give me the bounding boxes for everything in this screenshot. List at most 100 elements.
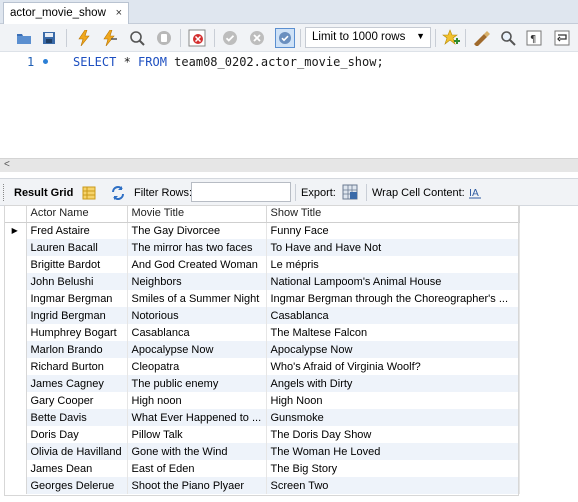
row-marker[interactable]	[4, 460, 27, 477]
table-row[interactable]: Lauren Bacall The mirror has two faces To …	[4, 239, 520, 256]
sql-editor[interactable]: 1 SELECT * FROM team08_0202.actor_movie_…	[0, 52, 578, 158]
tab-actor-movie-show[interactable]: actor_movie_show ×	[3, 2, 129, 24]
cell-actor-name[interactable]: Bette Davis	[26, 409, 128, 426]
cell-movie-title[interactable]: The public enemy	[127, 375, 267, 392]
table-row[interactable]: Gary Cooper High noon High Noon	[4, 392, 520, 409]
limit-rows-select[interactable]: Limit to 1000 rows ▼	[305, 27, 431, 48]
save-icon[interactable]	[39, 28, 59, 48]
commit-icon[interactable]	[220, 28, 240, 48]
current-row-marker-icon[interactable]: ▶	[4, 222, 27, 239]
table-row[interactable]: Doris Day Pillow Talk The Doris Day Show	[4, 426, 520, 443]
export-icon[interactable]	[340, 182, 360, 202]
cell-movie-title[interactable]: Casablanca	[127, 324, 267, 341]
cell-show-title[interactable]: The Maltese Falcon	[266, 324, 520, 341]
cell-actor-name[interactable]: Marlon Brando	[26, 341, 128, 358]
invisible-chars-icon[interactable]: ¶	[524, 28, 544, 48]
table-row[interactable]: James Dean East of Eden The Big Story	[4, 460, 520, 477]
row-marker[interactable]	[4, 409, 27, 426]
row-marker[interactable]	[4, 477, 27, 494]
cell-actor-name[interactable]: Humphrey Bogart	[26, 324, 128, 341]
table-row[interactable]: John Belushi Neighbors National Lampoom's …	[4, 273, 520, 290]
cell-movie-title[interactable]: Smiles of a Summer Night	[127, 290, 267, 307]
cell-show-title[interactable]: Screen Two	[266, 477, 520, 494]
row-marker[interactable]	[4, 290, 27, 307]
cell-actor-name[interactable]: Richard Burton	[26, 358, 128, 375]
close-tab-icon[interactable]: ×	[116, 7, 122, 19]
add-snippet-icon[interactable]	[441, 28, 461, 48]
row-marker[interactable]	[4, 324, 27, 341]
row-marker[interactable]	[4, 392, 27, 409]
sql-code-line[interactable]: SELECT * FROM team08_0202.actor_movie_sh…	[73, 55, 384, 69]
cell-actor-name[interactable]: Ingmar Bergman	[26, 290, 128, 307]
execute-icon[interactable]	[74, 28, 94, 48]
cell-actor-name[interactable]: Fred Astaire	[26, 222, 128, 239]
explain-icon[interactable]	[127, 28, 147, 48]
row-marker[interactable]	[4, 239, 27, 256]
cell-show-title[interactable]: To Have and Have Not	[266, 239, 520, 256]
column-header-movie-title[interactable]: Movie Title	[127, 205, 267, 223]
cell-actor-name[interactable]: Georges Delerue	[26, 477, 128, 494]
row-marker[interactable]	[4, 426, 27, 443]
cell-show-title[interactable]: Angels with Dirty	[266, 375, 520, 392]
cell-actor-name[interactable]: James Dean	[26, 460, 128, 477]
cell-show-title[interactable]: Who's Afraid of Virginia Woolf?	[266, 358, 520, 375]
table-row[interactable]: Ingmar Bergman Smiles of a Summer Night In…	[4, 290, 520, 307]
cell-actor-name[interactable]: Brigitte Bardot	[26, 256, 128, 273]
table-row[interactable]: Brigitte Bardot And God Created Woman Le m…	[4, 256, 520, 273]
row-marker[interactable]	[4, 341, 27, 358]
table-row[interactable]: Humphrey Bogart Casablanca The Maltese Fal…	[4, 324, 520, 341]
row-marker[interactable]	[4, 358, 27, 375]
toggle-error-icon[interactable]	[187, 28, 207, 48]
editor-horizontal-scrollbar[interactable]: <	[0, 158, 578, 172]
cell-movie-title[interactable]: Pillow Talk	[127, 426, 267, 443]
stop-icon[interactable]	[154, 28, 174, 48]
table-row[interactable]: Olivia de Havilland Gone with the Wind The…	[4, 443, 520, 460]
cell-movie-title[interactable]: Gone with the Wind	[127, 443, 267, 460]
cell-show-title[interactable]: The Doris Day Show	[266, 426, 520, 443]
beautify-icon[interactable]	[471, 28, 491, 48]
cell-movie-title[interactable]: Apocalypse Now	[127, 341, 267, 358]
cell-show-title[interactable]: Le mépris	[266, 256, 520, 273]
cell-movie-title[interactable]: High noon	[127, 392, 267, 409]
row-marker[interactable]	[4, 273, 27, 290]
cell-show-title[interactable]: Gunsmoke	[266, 409, 520, 426]
cell-show-title[interactable]: Ingmar Bergman through the Choreographer…	[266, 290, 520, 307]
cell-show-title[interactable]: Apocalypse Now	[266, 341, 520, 358]
grid-view-icon[interactable]	[79, 183, 99, 203]
table-row[interactable]: Richard Burton Cleopatra Who's Afraid of V…	[4, 358, 520, 375]
open-folder-icon[interactable]	[14, 28, 34, 48]
cell-actor-name[interactable]: Olivia de Havilland	[26, 443, 128, 460]
table-row[interactable]: Ingrid Bergman Notorious Casablanca	[4, 307, 520, 324]
row-marker[interactable]	[4, 375, 27, 392]
find-icon[interactable]	[498, 28, 518, 48]
cell-show-title[interactable]: Funny Face	[266, 222, 520, 239]
cell-movie-title[interactable]: Notorious	[127, 307, 267, 324]
result-grid-label[interactable]: Result Grid	[14, 187, 73, 199]
execute-current-icon[interactable]	[100, 28, 120, 48]
cell-movie-title[interactable]: Cleopatra	[127, 358, 267, 375]
table-row[interactable]: Bette Davis What Ever Happened to ... Guns…	[4, 409, 520, 426]
column-header-actor-name[interactable]: Actor Name	[26, 205, 128, 223]
cell-show-title[interactable]: National Lampoom's Animal House	[266, 273, 520, 290]
table-row[interactable]: Marlon Brando Apocalypse Now Apocalypse No…	[4, 341, 520, 358]
wrap-icon[interactable]	[552, 28, 572, 48]
cell-actor-name[interactable]: Lauren Bacall	[26, 239, 128, 256]
cell-actor-name[interactable]: John Belushi	[26, 273, 128, 290]
filter-rows-input[interactable]	[191, 182, 291, 202]
row-marker[interactable]	[4, 307, 27, 324]
cell-actor-name[interactable]: Doris Day	[26, 426, 128, 443]
refresh-icon[interactable]	[108, 183, 128, 203]
wrap-cell-toggle-icon[interactable]: IA	[465, 183, 485, 203]
cell-show-title[interactable]: The Woman He Loved	[266, 443, 520, 460]
cell-show-title[interactable]: High Noon	[266, 392, 520, 409]
autocommit-icon[interactable]	[275, 28, 295, 48]
cell-actor-name[interactable]: Ingrid Bergman	[26, 307, 128, 324]
cell-movie-title[interactable]: Neighbors	[127, 273, 267, 290]
row-marker[interactable]	[4, 443, 27, 460]
scroll-left-icon[interactable]: <	[4, 159, 10, 170]
cell-movie-title[interactable]: The Gay Divorcee	[127, 222, 267, 239]
column-header-show-title[interactable]: Show Title	[266, 205, 520, 223]
row-marker[interactable]	[4, 256, 27, 273]
table-row[interactable]: Georges Delerue Shoot the Piano Plyaer Scr…	[4, 477, 520, 494]
rollback-icon[interactable]	[247, 28, 267, 48]
